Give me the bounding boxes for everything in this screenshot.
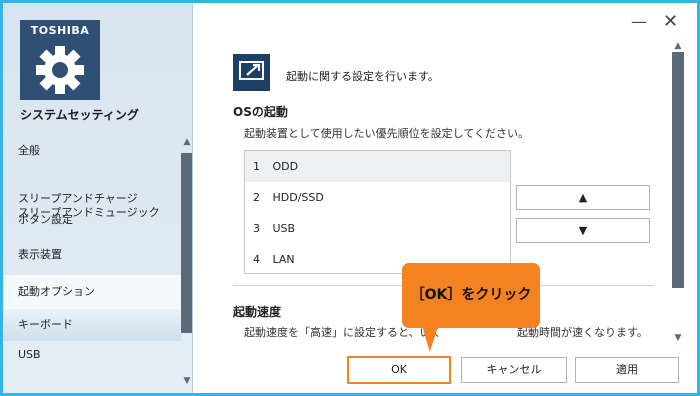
sidebar-item-label: キーボード xyxy=(18,318,73,331)
main-scroll-up-icon[interactable]: ▲ xyxy=(672,40,684,52)
sidebar-item-label: 表示装置 xyxy=(18,248,62,261)
gear-icon xyxy=(36,46,84,94)
callout-text: ［OK］をクリック xyxy=(410,287,532,303)
close-icon[interactable]: ✕ xyxy=(663,11,678,32)
sidebar: TOSHIBA システムセッティング 全般 スリープアンドチャージ スリープアン… xyxy=(3,3,193,393)
sidebar-item-label: 起動オプション xyxy=(18,285,95,298)
boot-device-list[interactable]: 1 ODD 2 HDD/SSD 3 USB 4 LAN xyxy=(244,150,511,274)
sidebar-item-label: 全般 xyxy=(18,144,40,157)
list-item-number: 4 xyxy=(253,253,260,266)
sidebar-item-button-settings[interactable]: ボタン設定 xyxy=(3,213,181,227)
minimize-icon[interactable]: — xyxy=(631,12,647,31)
app-title: システムセッティング xyxy=(20,108,139,122)
sidebar-item-usb[interactable]: USB xyxy=(3,348,181,362)
instruction-callout: ［OK］をクリック xyxy=(402,263,540,328)
list-item-label: HDD/SSD xyxy=(272,191,324,204)
os-boot-title: OSの起動 xyxy=(233,105,288,119)
brand-label: TOSHIBA xyxy=(30,24,90,37)
sidebar-divider xyxy=(192,3,193,393)
list-item[interactable]: 2 HDD/SSD xyxy=(245,182,510,213)
sidebar-item-label: ボタン設定 xyxy=(18,213,73,226)
cancel-button[interactable]: キャンセル xyxy=(461,357,567,383)
list-item-label: USB xyxy=(272,222,296,235)
list-item-number: 2 xyxy=(253,191,260,204)
sidebar-item-display[interactable]: 表示装置 xyxy=(3,248,181,262)
list-item-label: ODD xyxy=(272,160,299,173)
move-down-button[interactable]: ▼ xyxy=(516,218,650,243)
list-item[interactable]: 1 ODD xyxy=(245,151,510,182)
boot-options-icon xyxy=(233,54,270,91)
list-item-label: LAN xyxy=(272,253,295,266)
ok-button[interactable]: OK xyxy=(347,356,451,384)
os-boot-description: 起動装置として使用したい優先順位を設定してください。 xyxy=(244,127,530,140)
sidebar-item-keyboard[interactable]: キーボード xyxy=(3,309,181,341)
list-item[interactable]: 3 USB xyxy=(245,213,510,244)
main-scroll-down-icon[interactable]: ▼ xyxy=(672,332,684,344)
arrow-up-icon: ▲ xyxy=(578,191,588,204)
app-logo-tile: TOSHIBA xyxy=(20,20,100,100)
main-scrollbar-thumb[interactable] xyxy=(672,52,684,288)
list-item-number: 1 xyxy=(253,160,260,173)
section-intro: 起動に関する設定を行います。 xyxy=(286,70,439,83)
arrow-down-icon: ▼ xyxy=(578,224,588,237)
list-item-number: 3 xyxy=(253,222,260,235)
sidebar-item-general[interactable]: 全般 xyxy=(3,144,181,158)
boot-speed-title: 起動速度 xyxy=(233,305,282,319)
sidebar-item-label: USB xyxy=(18,348,41,361)
apply-button[interactable]: 適用 xyxy=(575,357,679,383)
sidebar-item-boot-options[interactable]: 起動オプション xyxy=(3,275,181,309)
move-up-button[interactable]: ▲ xyxy=(516,185,650,210)
